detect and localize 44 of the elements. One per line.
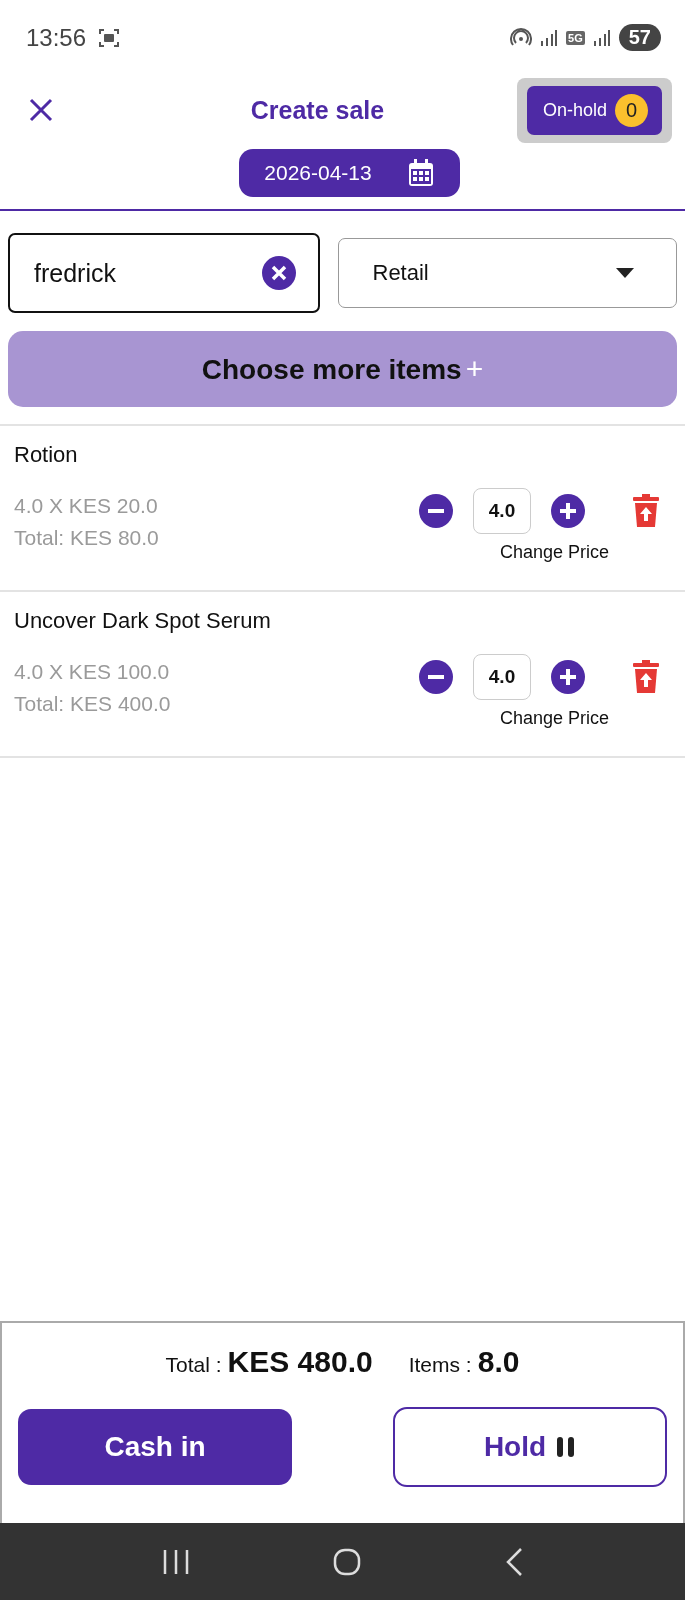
pause-icon <box>556 1436 577 1458</box>
date-picker[interactable]: 2026-04-13 <box>239 149 460 197</box>
decrease-button[interactable] <box>419 660 453 694</box>
increase-button[interactable] <box>551 660 585 694</box>
signal-icon <box>592 28 611 47</box>
decrease-button[interactable] <box>419 494 453 528</box>
item-name: Uncover Dark Spot Serum <box>14 608 271 634</box>
quantity-field[interactable]: 4.0 <box>473 654 531 700</box>
change-price-link[interactable]: Change Price <box>499 542 609 563</box>
price-type-dropdown[interactable]: Retail <box>337 238 677 308</box>
customer-field[interactable]: fredrick <box>8 233 320 313</box>
plus-icon: + <box>465 352 484 385</box>
total-value: KES 480.0 <box>227 1345 373 1379</box>
page-title: Create sale <box>249 95 386 125</box>
network-type: 5G <box>566 30 585 45</box>
customer-name: fredrick <box>34 258 116 288</box>
items-value: 8.0 <box>477 1345 520 1379</box>
increase-button[interactable] <box>551 494 585 528</box>
change-price-link[interactable]: Change Price <box>499 708 609 729</box>
item-name: Rotion <box>14 442 79 468</box>
cash-in-button[interactable]: Cash in <box>18 1409 292 1485</box>
battery-level: 57 <box>618 24 661 51</box>
status-time: 13:56 <box>26 23 87 52</box>
delete-button[interactable] <box>633 494 659 528</box>
hold-button[interactable]: Hold <box>393 1407 667 1487</box>
home-icon[interactable] <box>331 1546 362 1577</box>
price-type-value: Retail <box>372 260 429 286</box>
item-unit-price: 4.0 X KES 100.0 <box>14 660 171 684</box>
item-total: Total: KES 80.0 <box>14 526 159 550</box>
screenshot-icon <box>98 27 121 48</box>
item-total: Total: KES 400.0 <box>14 692 172 716</box>
choose-items-button[interactable]: Choose more items+ <box>8 331 677 407</box>
items-label: Items : <box>408 1353 472 1377</box>
calendar-icon <box>407 159 434 187</box>
quantity-field[interactable]: 4.0 <box>473 488 531 534</box>
signal-icon <box>540 28 559 47</box>
item-unit-price: 4.0 X KES 20.0 <box>14 494 159 518</box>
hotspot-icon <box>510 27 533 48</box>
clear-icon[interactable] <box>261 256 296 290</box>
on-hold-button[interactable]: On-hold 0 <box>526 85 662 135</box>
delete-button[interactable] <box>633 660 659 694</box>
count-badge: 0 <box>615 93 648 127</box>
total-label: Total : <box>165 1353 222 1377</box>
dropdown-caret-icon <box>616 268 634 278</box>
